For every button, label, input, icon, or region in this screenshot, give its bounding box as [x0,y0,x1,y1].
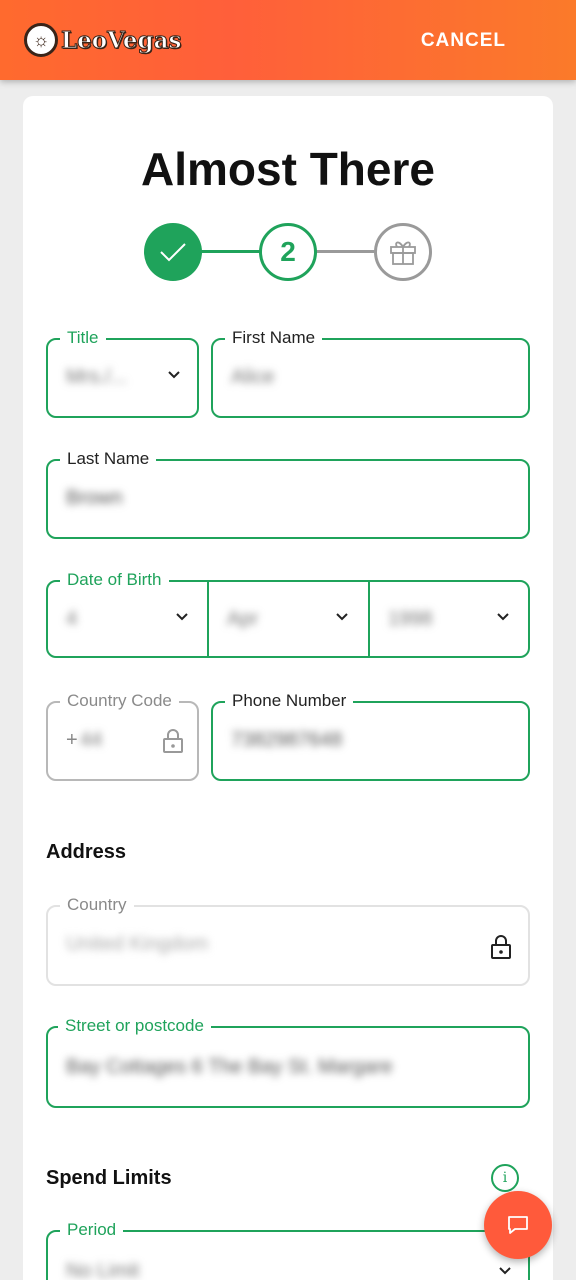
country-code-value: 44 [80,729,103,751]
gift-icon [390,241,416,265]
title-label: Title [60,328,106,348]
step-1-complete [144,223,202,281]
dob-year-value: 1998 [388,608,433,630]
page-title: Almost There [141,143,435,195]
chat-button[interactable] [484,1191,552,1259]
spend-limits-heading: Spend Limits [46,1167,172,1189]
step-3-bonus [374,223,432,281]
phone-number-field[interactable]: Phone Number 7382987648 [211,691,530,781]
step-connector-pending [315,250,377,253]
step-connector-complete [200,250,262,253]
logo-text: LeoVegas [60,26,182,54]
leovegas-logo[interactable]: ☼ LeoVegas [24,23,182,57]
title-select[interactable]: Title Mrs./... [46,328,199,418]
chevron-down-icon [176,613,188,621]
country-code-prefix: + [66,729,78,751]
dob-month-value: Apr [227,608,259,630]
phone-number-label: Phone Number [225,691,354,711]
step-2-current: 2 [259,223,317,281]
street-postcode-value: Bay Cottages 6 The Bay St. Margare [66,1056,393,1078]
first-name-label: First Name [225,328,323,348]
chat-icon [508,1216,528,1234]
last-name-value: Brown [66,487,123,509]
lock-icon [491,935,511,959]
country-value: United Kingdom [66,933,209,955]
period-select[interactable]: Period No Limit [46,1220,530,1280]
top-bar: ☼ LeoVegas CANCEL [0,0,576,80]
country-code-field: Country Code + 44 [46,691,199,781]
date-of-birth-field: Date of Birth 4 Apr 1998 [46,570,530,658]
dob-day-select[interactable]: 4 [48,582,208,656]
last-name-field[interactable]: Last Name Brown [46,449,530,539]
country-field: Country United Kingdom [46,895,530,986]
chevron-down-icon [499,1267,511,1275]
street-postcode-label: Street or postcode [58,1016,211,1036]
info-icon[interactable]: i [491,1164,519,1192]
lion-icon: ☼ [24,23,58,57]
period-label: Period [60,1220,124,1240]
chevron-down-icon [497,613,509,621]
country-label: Country [60,895,134,915]
dob-day-value: 4 [66,608,78,630]
last-name-label: Last Name [60,449,157,469]
address-heading: Address [46,841,127,863]
first-name-field[interactable]: First Name Alice [211,328,530,418]
phone-number-value: 7382987648 [231,729,343,751]
cancel-button[interactable]: CANCEL [421,30,506,52]
dob-month-select[interactable]: Apr [209,582,369,656]
period-value: No Limit [66,1260,140,1280]
street-postcode-field[interactable]: Street or postcode Bay Cottages 6 The Ba… [46,1016,530,1108]
dob-year-select[interactable]: 1998 [370,582,530,656]
chevron-down-icon [336,613,348,621]
first-name-value: Alice [231,366,275,388]
country-code-label: Country Code [60,691,179,711]
lock-icon [163,729,183,753]
checkmark-icon [160,243,186,262]
title-value: Mrs./... [66,366,128,388]
chevron-down-icon [168,371,180,379]
